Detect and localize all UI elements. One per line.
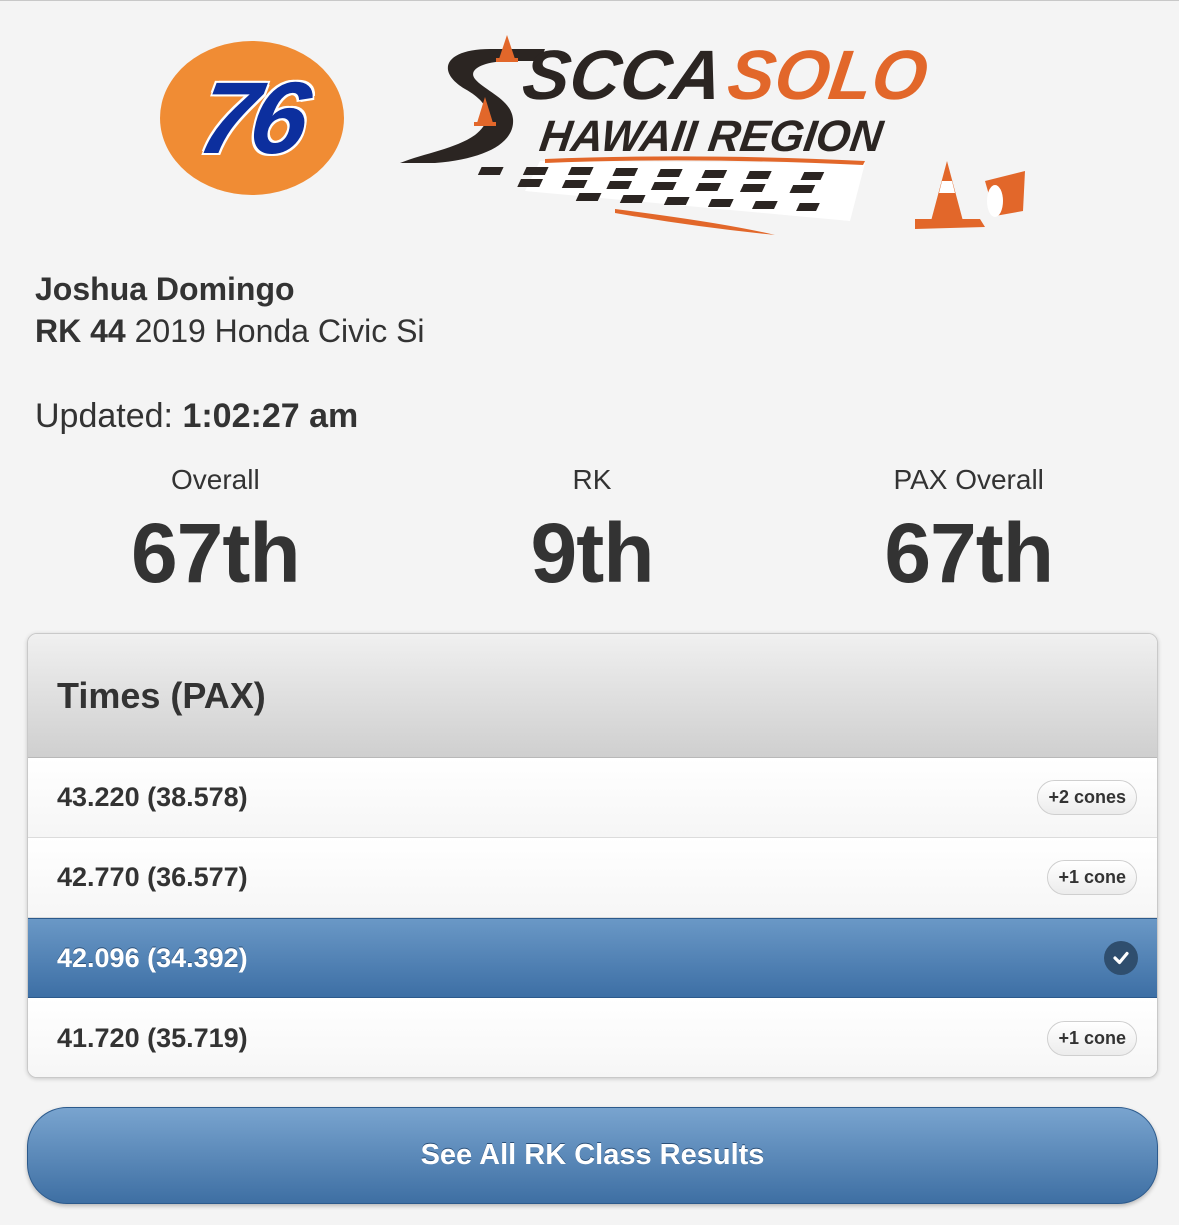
updated-label: Updated:	[35, 397, 173, 435]
stat-pax-overall: PAX Overall 67th	[780, 463, 1157, 603]
driver-class-number: RK 44	[35, 313, 126, 349]
updated-time: Updated: 1:02:27 am	[35, 397, 358, 436]
stat-label: Overall	[170, 464, 260, 495]
time-row[interactable]: 42.770 (36.577) +1 cone	[28, 838, 1157, 918]
results-page: 76 SCCA SOLO HAWAII REGION Joshua Doming…	[0, 0, 1179, 1225]
sponsor-76-logo: 76	[160, 41, 344, 195]
run-time: 43.220 (38.578)	[57, 782, 248, 812]
cone-penalty-badge: +1 cone	[1047, 860, 1137, 895]
stat-value: 67th	[130, 506, 301, 600]
checkered-flag-icon	[477, 156, 865, 235]
driver-info: Joshua Domingo RK 44 2019 Honda Civic Si	[35, 269, 425, 353]
traffic-cones-icon	[915, 161, 1025, 229]
scca-solo-hawaii-logo: SCCA SOLO HAWAII REGION	[400, 35, 1025, 235]
time-row[interactable]: 41.720 (35.719) +1 cone	[28, 998, 1157, 1077]
stat-value: 9th	[530, 506, 655, 600]
logo-region-text: HAWAII REGION	[537, 112, 887, 161]
times-card: Times (PAX) 43.220 (38.578) +2 cones 42.…	[27, 633, 1158, 1078]
sponsor-logo-text: 76	[191, 60, 313, 175]
stat-label: RK	[572, 464, 612, 495]
see-all-class-results-button[interactable]: See All RK Class Results	[27, 1107, 1158, 1204]
cone-penalty-badge: +2 cones	[1037, 780, 1137, 815]
standings-stats: Overall 67th RK 9th PAX Overall 67th	[27, 463, 1157, 603]
cone-penalty-badge: +1 cone	[1047, 1020, 1137, 1056]
time-row-best[interactable]: 42.096 (34.392)	[28, 918, 1157, 998]
stat-overall: Overall 67th	[27, 463, 404, 603]
updated-value: 1:02:27 am	[182, 397, 359, 435]
logo-scca-text: SCCA	[518, 35, 727, 114]
driver-car-model: 2019 Honda Civic Si	[134, 313, 425, 349]
driver-name: Joshua Domingo	[35, 271, 295, 307]
time-row[interactable]: 43.220 (38.578) +2 cones	[28, 758, 1157, 838]
run-time: 42.770 (36.577)	[57, 862, 248, 892]
checkmark-icon	[1104, 941, 1138, 975]
run-time: 41.720 (35.719)	[57, 1022, 248, 1053]
times-header: Times (PAX)	[28, 634, 1157, 758]
logo-solo-text: SOLO	[723, 35, 932, 114]
stat-value: 67th	[884, 506, 1054, 600]
stat-label: PAX Overall	[893, 464, 1044, 495]
driver-car: RK 44 2019 Honda Civic Si	[35, 309, 425, 353]
stat-class: RK 9th	[404, 463, 781, 603]
run-time: 42.096 (34.392)	[57, 942, 248, 973]
